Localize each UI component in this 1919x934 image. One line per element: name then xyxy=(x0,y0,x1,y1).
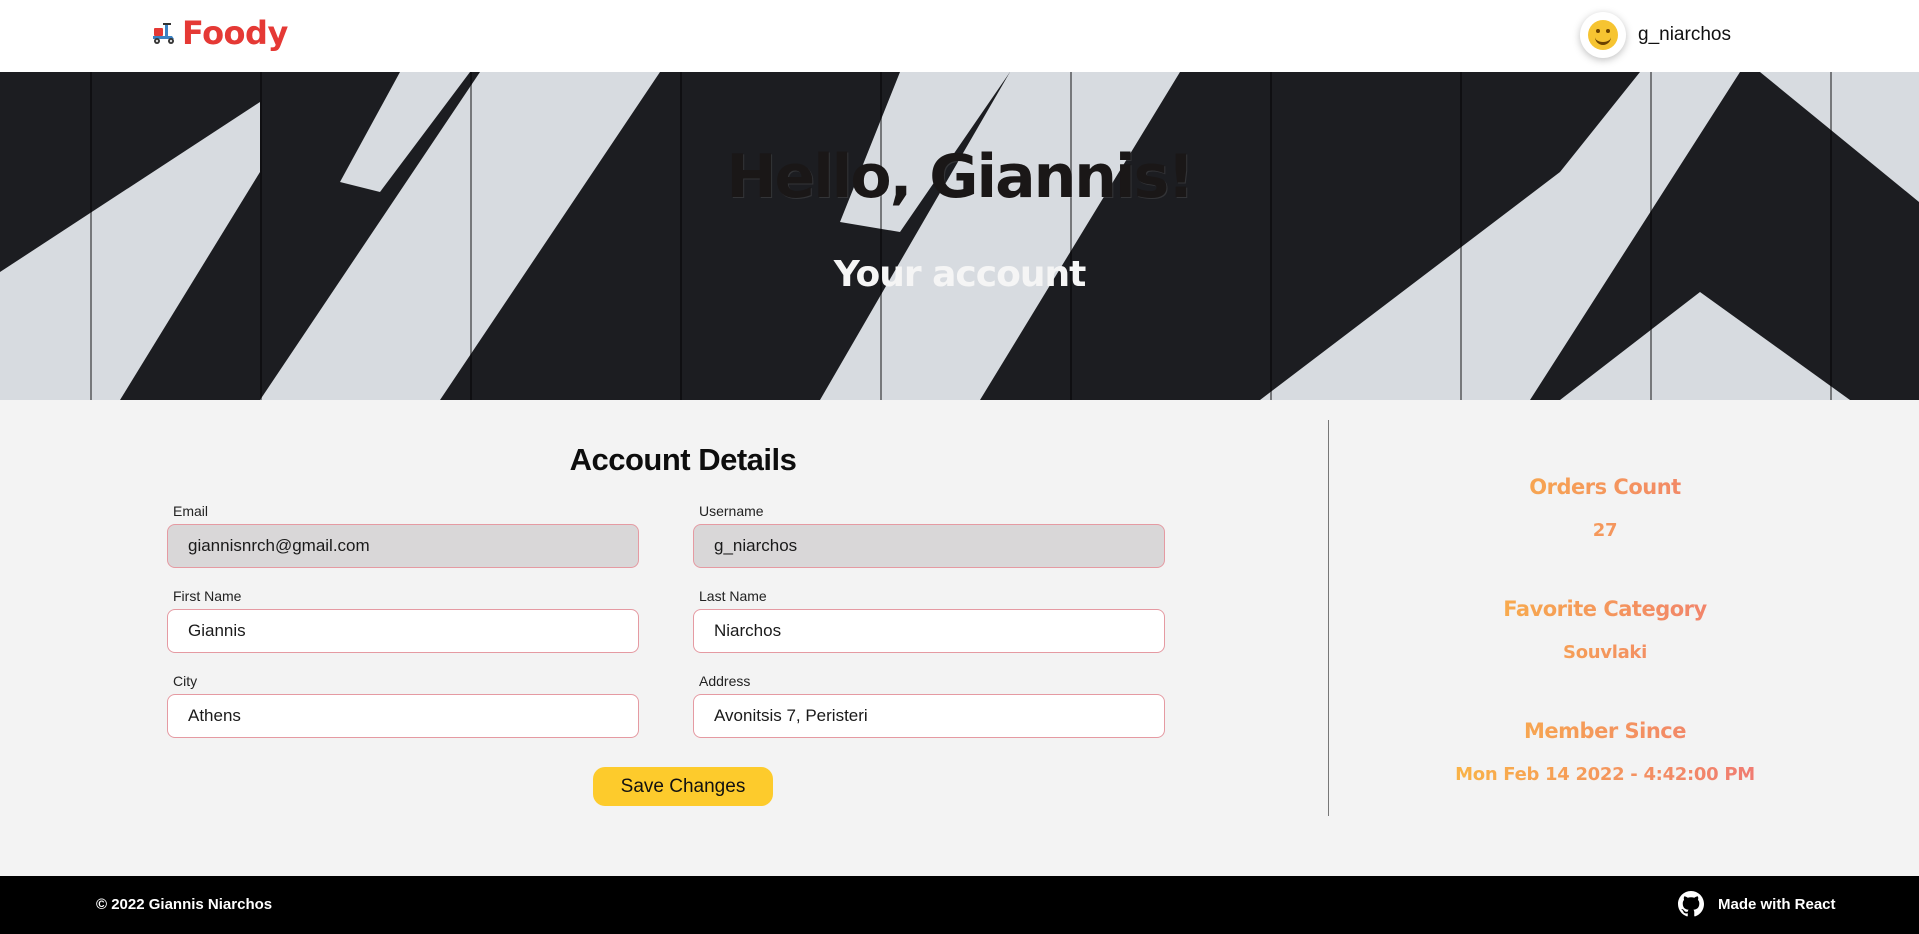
city-field[interactable]: Athens xyxy=(167,694,639,738)
favorite-category-value: Souvlaki xyxy=(1390,642,1820,663)
hero-greeting: Hello, Giannis! xyxy=(726,142,1194,212)
username-field[interactable]: g_niarchos xyxy=(693,524,1165,568)
striped-wood-background xyxy=(0,72,1919,400)
made-with-label: Made with React xyxy=(1718,895,1836,913)
last-name-label: Last Name xyxy=(699,588,767,604)
nav-username[interactable]: g_niarchos xyxy=(1638,24,1731,46)
email-field-group: Email giannisnrch@gmail.com xyxy=(167,503,641,568)
address-label: Address xyxy=(699,673,751,689)
first-name-field-group: First Name Giannis xyxy=(167,588,641,653)
email-label: Email xyxy=(173,503,209,519)
page-footer: © 2022 Giannis Niarchos Made with React xyxy=(0,876,1919,934)
account-details-title: Account Details xyxy=(569,442,797,477)
member-since-label: Member Since xyxy=(1390,719,1820,743)
brand-logo-link[interactable]: Foody xyxy=(150,14,288,52)
first-name-label: First Name xyxy=(173,588,242,604)
city-field-group: City Athens xyxy=(167,673,641,738)
user-menu[interactable]: g_niarchos xyxy=(1580,12,1731,58)
avatar[interactable] xyxy=(1580,12,1626,58)
hero-banner: Hello, Giannis! Your account xyxy=(0,72,1919,400)
brand-name: Foody xyxy=(182,14,288,52)
first-name-field[interactable]: Giannis xyxy=(167,609,639,653)
save-changes-button[interactable]: Save Changes xyxy=(593,767,773,806)
username-label: Username xyxy=(699,503,764,519)
address-field[interactable]: Avonitsis 7, Peristeri xyxy=(693,694,1165,738)
orders-count-value: 27 xyxy=(1390,520,1820,541)
copyright-text: © 2022 Giannis Niarchos xyxy=(96,896,273,913)
made-with-react-link[interactable]: Made with React xyxy=(1678,891,1836,917)
username-field-group: Username g_niarchos xyxy=(693,503,1167,568)
section-divider xyxy=(1328,420,1329,816)
member-since-value: Mon Feb 14 2022 - 4:42:00 PM xyxy=(1390,764,1820,785)
scooter-icon xyxy=(153,23,174,44)
top-navbar: Foody g_niarchos xyxy=(0,0,1919,72)
orders-count-label: Orders Count xyxy=(1390,475,1820,499)
github-icon xyxy=(1678,891,1704,917)
smiley-avatar-icon xyxy=(1588,20,1618,50)
email-field[interactable]: giannisnrch@gmail.com xyxy=(167,524,639,568)
hero-subtitle: Your account xyxy=(833,254,1087,295)
last-name-field[interactable]: Niarchos xyxy=(693,609,1165,653)
favorite-category-label: Favorite Category xyxy=(1390,597,1820,621)
city-label: City xyxy=(173,673,198,689)
address-field-group: Address Avonitsis 7, Peristeri xyxy=(693,673,1167,738)
last-name-field-group: Last Name Niarchos xyxy=(693,588,1167,653)
